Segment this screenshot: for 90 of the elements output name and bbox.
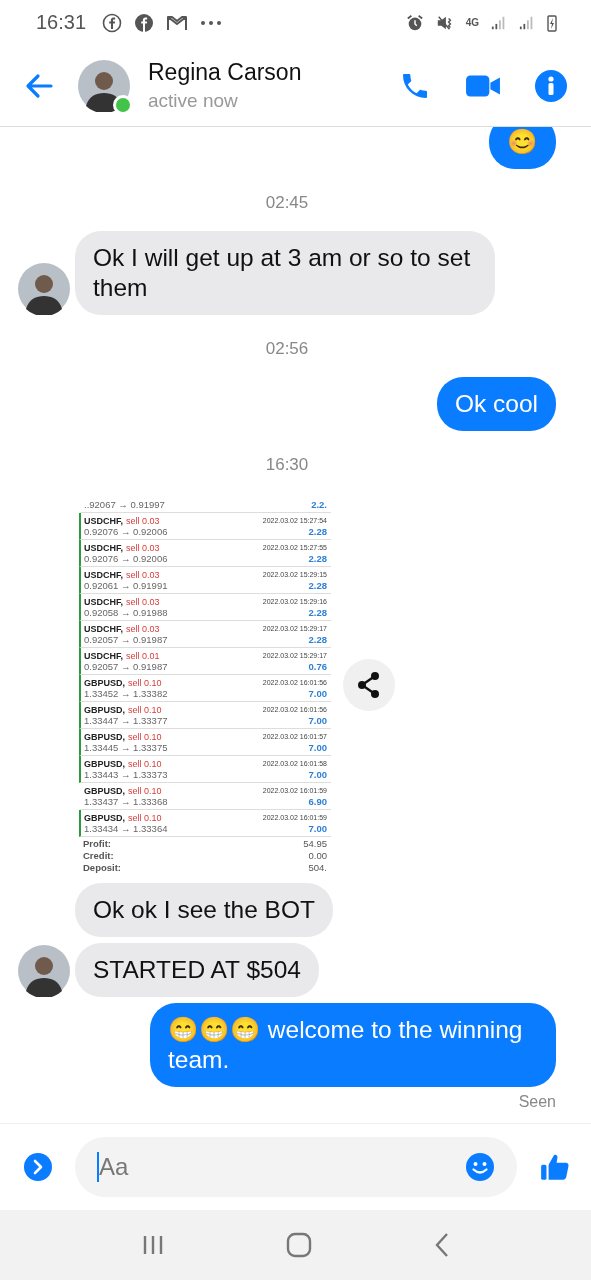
share-button[interactable] (343, 659, 395, 711)
trade-prices: 0.92057 → 0.91987 (84, 661, 168, 672)
summary-label: Profit: (83, 837, 111, 849)
trade-side: sell 0.10 (128, 731, 162, 742)
message-input[interactable]: Aa (97, 1152, 465, 1182)
trade-prices: 1.33443 → 1.33373 (84, 769, 168, 780)
trade-prices: 0.92076 → 0.92006 (84, 553, 168, 564)
emoji-icon[interactable] (465, 1152, 495, 1182)
trade-prices: 1.33445 → 1.33375 (84, 742, 168, 753)
trade-profit: 2.2. (311, 499, 327, 510)
summary-label: Deposit: (83, 861, 121, 873)
sent-message: Ok cool (436, 377, 556, 431)
trade-profit: 2.28 (308, 553, 327, 564)
video-camera-icon[interactable] (465, 72, 501, 99)
back-icon[interactable] (434, 1232, 451, 1258)
more-icon (200, 19, 223, 26)
trade-profit: 2.28 (308, 634, 327, 645)
timestamp: 02:45 (265, 192, 309, 214)
trade-symbol: USDCHF, (84, 569, 123, 580)
trade-symbol: USDCHF, (84, 542, 123, 553)
expand-icon[interactable] (23, 1152, 53, 1182)
trade-prices: 1.33437 → 1.33368 (84, 796, 168, 807)
timestamp: 02:56 (265, 338, 309, 360)
trade-symbol: GBPUSD, (84, 785, 125, 796)
timestamp: 16:30 (265, 454, 309, 476)
sent-message: 😊 (489, 127, 556, 169)
trade-profit: 2.28 (308, 607, 327, 618)
trade-profit: 7.00 (308, 769, 327, 780)
trade-profit: 2.28 (308, 580, 327, 591)
received-message: STARTED AT $504 (75, 943, 319, 997)
info-icon[interactable] (535, 69, 567, 102)
trade-profit: 7.00 (308, 715, 327, 726)
received-message: Ok ok I see the BOT (75, 883, 333, 937)
trade-prices: 1.33434 → 1.33364 (84, 823, 168, 834)
trade-profit: 7.00 (308, 688, 327, 699)
trade-symbol: USDCHF, (84, 623, 123, 634)
sent-message: 😁😁😁 welcome to the winning team. (150, 1003, 556, 1087)
signal-icon (491, 14, 507, 31)
battery-icon (547, 13, 557, 32)
contact-status: active now (148, 90, 239, 112)
trade-symbol: USDCHF, (84, 650, 123, 661)
summary-label: Credit: (83, 849, 114, 861)
avatar[interactable] (78, 59, 130, 112)
home-icon[interactable] (286, 1232, 313, 1258)
summary-value: 54.95 (303, 837, 327, 849)
summary-value: 504. (308, 861, 327, 873)
trade-side: sell 0.03 (126, 515, 160, 526)
trade-profit: 7.00 (308, 742, 327, 753)
trade-side: sell 0.10 (128, 812, 162, 823)
trade-symbol: GBPUSD, (84, 677, 125, 688)
trade-side: sell 0.01 (126, 650, 160, 661)
mail-icon (166, 13, 189, 32)
summary-value: 0.00 (308, 849, 327, 861)
trade-profit: 2.28 (308, 526, 327, 537)
trade-side: sell 0.10 (128, 785, 162, 796)
trade-prices: 1.33447 → 1.33377 (84, 715, 168, 726)
trade-prices: 1.33452 → 1.33382 (84, 688, 168, 699)
trade-side: sell 0.03 (126, 569, 160, 580)
trade-prices: 0.92076 → 0.92006 (84, 526, 168, 537)
trade-symbol: GBPUSD, (84, 758, 125, 769)
trade-side: sell 0.10 (128, 704, 162, 715)
facebook-icon (134, 12, 155, 33)
trade-prices: 0.92057 → 0.91987 (84, 634, 168, 645)
facebook-icon (102, 12, 123, 33)
avatar[interactable] (18, 945, 70, 997)
avatar[interactable] (18, 263, 70, 315)
trade-symbol: USDCHF, (84, 596, 123, 607)
trade-profit: 0.76 (308, 661, 327, 672)
network-indicator: 4G (465, 17, 479, 28)
trade-symbol: GBPUSD, (84, 704, 125, 715)
trade-side: sell 0.10 (128, 677, 162, 688)
trade-side: sell 0.03 (126, 596, 160, 607)
contact-name[interactable]: Regina Carson (148, 59, 302, 86)
trade-side: sell 0.10 (128, 758, 162, 769)
composer-field[interactable]: Aa (75, 1137, 517, 1197)
seen-receipt: Seen (518, 1093, 556, 1111)
trade-side: sell 0.03 (126, 542, 160, 553)
trade-side: sell 0.03 (126, 623, 160, 634)
trade-prices: 0.92058 → 0.91988 (84, 607, 168, 618)
alarm-icon (405, 13, 424, 32)
status-time: 16:31 (36, 11, 87, 34)
trade-profit: 6.90 (308, 796, 327, 807)
trade-symbol: GBPUSD, (84, 731, 125, 742)
trade-prices: ..92067 → 0.91997 (84, 499, 165, 510)
trade-symbol: GBPUSD, (84, 812, 125, 823)
trade-symbol: USDCHF, (84, 515, 123, 526)
trade-profit: 7.00 (308, 823, 327, 834)
trade-prices: 0.92061 → 0.91991 (84, 580, 168, 591)
received-message: Ok I will get up at 3 am or so to set them (75, 231, 495, 315)
signal-icon (519, 14, 535, 31)
